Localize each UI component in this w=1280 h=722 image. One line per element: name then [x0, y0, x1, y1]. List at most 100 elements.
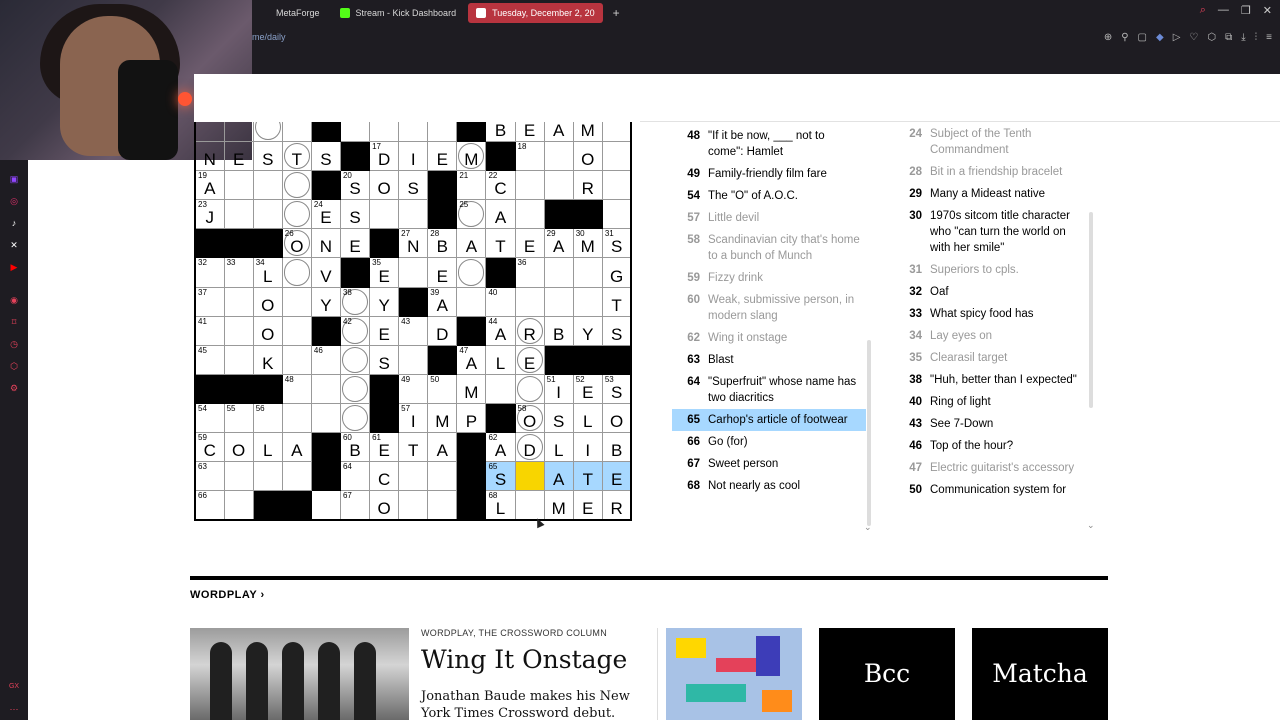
grid-cell[interactable] — [281, 402, 312, 434]
grid-cell[interactable] — [310, 490, 341, 521]
grid-cell[interactable]: L — [543, 432, 574, 463]
down-clue-29[interactable]: 29 Many a Mideast native — [894, 183, 1090, 205]
across-clue-64[interactable]: 64 "Superfruit" whose name has two diacri… — [672, 371, 866, 409]
puzzle-tile-matcha[interactable]: Matcha — [972, 628, 1108, 720]
grid-cell[interactable]: 54 — [194, 402, 225, 434]
grid-cell[interactable] — [514, 490, 545, 521]
grid-cell[interactable]: 23 J — [194, 199, 225, 230]
player-icon[interactable]: ▷ — [1173, 32, 1181, 43]
across-clue-65[interactable]: 65 Carhop's article of footwear — [672, 409, 866, 431]
grid-cell[interactable] — [223, 461, 254, 492]
grid-cell[interactable]: E — [427, 141, 458, 172]
grid-cell[interactable]: E — [427, 257, 458, 288]
grid-cell[interactable]: 29 A — [543, 228, 574, 259]
grid-cell[interactable] — [339, 402, 371, 434]
grid-cell[interactable] — [339, 344, 371, 375]
grid-cell[interactable] — [310, 402, 341, 434]
screenshot-icon[interactable]: ▢ — [1138, 32, 1147, 43]
grid-cell[interactable]: 55 — [223, 402, 254, 434]
grid-cell[interactable]: P — [456, 402, 487, 434]
down-clue-28[interactable]: 28 Bit in a friendship bracelet — [894, 161, 1090, 183]
grid-cell[interactable]: O — [369, 490, 400, 521]
grid-cell[interactable]: D — [514, 432, 545, 463]
puzzle-tile-bcc[interactable]: Bcc — [819, 628, 955, 720]
grid-cell[interactable]: A — [485, 199, 516, 230]
grid-cell[interactable]: 57 I — [398, 402, 429, 434]
maximize-icon[interactable]: ❐ — [1241, 4, 1251, 17]
grid-cell[interactable]: 66 — [194, 490, 225, 521]
grid-cell[interactable]: M — [456, 141, 487, 172]
x-icon[interactable]: ✕ — [7, 238, 21, 252]
grid-cell[interactable] — [223, 344, 254, 375]
grid-cell[interactable]: N — [194, 141, 225, 172]
grid-cell[interactable]: 36 — [514, 257, 545, 288]
down-clue-35[interactable]: 35 Clearasil target — [894, 347, 1090, 369]
grid-cell[interactable] — [252, 461, 283, 492]
grid-cell[interactable]: E — [601, 461, 632, 492]
across-clue-62[interactable]: 62 Wing it onstage — [672, 327, 866, 349]
across-clue-68[interactable]: 68 Not nearly as cool — [672, 475, 866, 497]
across-clue-58[interactable]: 58 Scandinavian city that's home to a bun… — [672, 229, 866, 267]
grid-cell[interactable]: O — [572, 141, 603, 172]
grid-cell[interactable]: E — [514, 228, 545, 259]
grid-cell[interactable]: C — [369, 461, 400, 492]
grid-cell[interactable]: 53 S — [601, 373, 632, 404]
grid-cell[interactable]: 21 — [456, 170, 487, 201]
cube-icon[interactable]: ⬡ — [1207, 32, 1216, 43]
grid-cell[interactable] — [456, 286, 487, 317]
grid-cell[interactable]: E — [339, 228, 371, 259]
down-clue-24[interactable]: 24 Subject of the Tenth Commandment — [894, 123, 1090, 161]
grid-cell[interactable]: R — [572, 170, 603, 201]
grid-cell[interactable]: S — [369, 344, 400, 375]
grid-cell[interactable]: L — [572, 402, 603, 434]
grid-cell[interactable]: B — [543, 315, 574, 346]
grid-cell[interactable]: R — [514, 315, 545, 346]
youtube-icon[interactable]: ▶ — [7, 260, 21, 274]
grid-cell[interactable]: K — [252, 344, 283, 375]
down-clue-33[interactable]: 33 What spicy food has — [894, 303, 1090, 325]
grid-cell[interactable] — [398, 199, 429, 230]
grid-cell[interactable]: 39 A — [427, 286, 458, 317]
grid-cell[interactable]: 68 L — [485, 490, 516, 521]
grid-cell[interactable]: 44 A — [485, 315, 516, 346]
menu-icon[interactable]: ≡ — [1266, 32, 1272, 43]
grid-cell[interactable]: 56 — [252, 402, 283, 434]
more-icon[interactable]: ⋯ — [7, 702, 21, 716]
grid-cell[interactable]: S — [339, 199, 371, 230]
across-scrollbar[interactable] — [867, 340, 871, 526]
grid-cell[interactable]: 33 — [223, 257, 254, 288]
chevron-down-icon[interactable]: ⌄ — [864, 522, 872, 533]
grid-cell[interactable]: 24 E — [310, 199, 341, 230]
down-clue-43[interactable]: 43 See 7-Down — [894, 413, 1090, 435]
instagram-icon[interactable]: ◎ — [7, 194, 21, 208]
article-headline[interactable]: Wing It Onstage — [421, 645, 627, 674]
grid-cell[interactable] — [281, 315, 312, 346]
grid-cell[interactable] — [281, 286, 312, 317]
pin-icon[interactable]: ⚲ — [1121, 32, 1128, 43]
grid-cell[interactable] — [398, 257, 429, 288]
grid-cell[interactable]: 64 — [339, 461, 371, 492]
grid-cell[interactable]: S — [252, 141, 283, 172]
grid-cell[interactable] — [543, 257, 574, 288]
grid-cell[interactable]: 50 — [427, 373, 458, 404]
player-icon[interactable]: ◉ — [7, 293, 21, 307]
grid-cell[interactable]: 59 C — [194, 432, 225, 463]
grid-cell[interactable]: L — [252, 432, 283, 463]
grid-cell[interactable]: 25 — [456, 199, 487, 230]
grid-cell[interactable] — [456, 257, 487, 288]
grid-cell[interactable] — [398, 461, 429, 492]
grid-cell[interactable]: Y — [572, 315, 603, 346]
across-clue-67[interactable]: 67 Sweet person — [672, 453, 866, 475]
grid-cell[interactable]: T — [572, 461, 603, 492]
grid-cell[interactable] — [572, 286, 603, 317]
settings-icon[interactable]: ⚙ — [7, 381, 21, 395]
grid-cell[interactable]: D — [427, 315, 458, 346]
grid-cell[interactable]: 22 C — [485, 170, 516, 201]
heart-icon[interactable]: ♡ — [1189, 32, 1198, 43]
grid-cell[interactable]: 60 B — [339, 432, 371, 463]
grid-cell[interactable]: E — [223, 141, 254, 172]
grid-cell[interactable]: T — [398, 432, 429, 463]
grid-cell[interactable]: Y — [369, 286, 400, 317]
grid-cell[interactable]: A — [281, 432, 312, 463]
grid-cell[interactable] — [543, 286, 574, 317]
